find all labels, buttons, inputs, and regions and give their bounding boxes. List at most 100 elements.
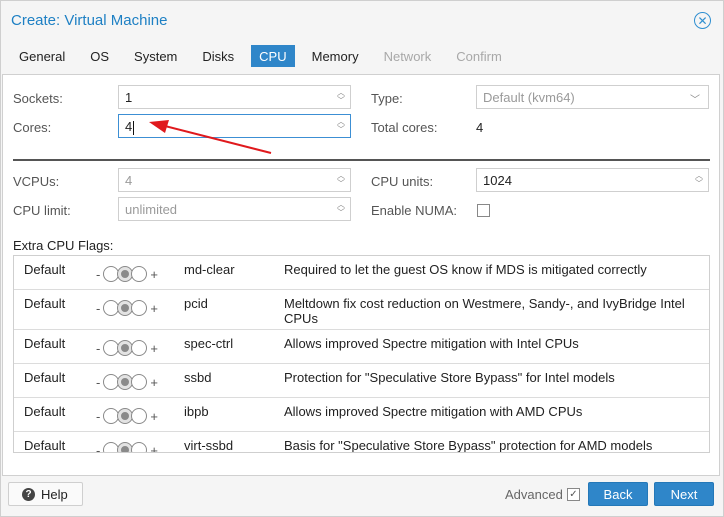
radio-on[interactable] [131, 408, 148, 424]
flag-name: pcid [184, 296, 208, 311]
dialog-title: Create: Virtual Machine [11, 12, 168, 29]
flag-description: Allows improved Spectre mitigation with … [284, 404, 583, 419]
radio-on[interactable] [131, 266, 148, 282]
tab-disks[interactable]: Disks [194, 45, 242, 67]
cores-value: 4 [125, 119, 133, 134]
total-cores-value: 4 [476, 120, 484, 135]
cores-label: Cores: [13, 120, 52, 135]
spinner-icon[interactable]: ︿ ﹀ [336, 201, 346, 217]
sockets-input[interactable]: 1 ︿ ﹀ [118, 85, 351, 109]
flag-tristate: - + [92, 340, 162, 356]
table-row: Default - + md-clear Required to let the… [14, 256, 709, 290]
flag-name: ssbd [184, 370, 212, 385]
cpu-limit-value: unlimited [125, 202, 178, 217]
flag-state: Default [24, 296, 66, 311]
total-cores-label: Total cores: [371, 120, 438, 135]
flag-tristate: - + [92, 300, 162, 316]
flag-state: Default [24, 336, 66, 351]
flag-name: spec-ctrl [184, 336, 234, 351]
cpu-flags-grid: Default - + md-clear Required to let the… [13, 255, 710, 453]
flag-name: virt-ssbd [184, 438, 234, 453]
flag-tristate: - + [92, 374, 162, 390]
spinner-icon[interactable]: ︿ ﹀ [694, 172, 704, 188]
wizard-tabs: General OS System Disks CPU Memory Netwo… [11, 45, 519, 69]
plus-label: + [150, 266, 158, 282]
advanced-checkbox[interactable]: ✓ [567, 488, 580, 501]
cpu-panel: Sockets: 1 ︿ ﹀ Type: Default (kvm64) ﹀ Co… [2, 74, 720, 476]
back-button[interactable]: Back [588, 482, 648, 506]
vcpus-label: VCPUs: [13, 174, 60, 189]
cpu-units-label: CPU units: [371, 174, 434, 189]
type-label: Type: [371, 91, 403, 106]
extra-cpu-flags-heading: Extra CPU Flags: [13, 238, 114, 253]
flag-name: md-clear [184, 262, 235, 277]
text-cursor [133, 120, 135, 135]
flag-name: ibpb [184, 404, 209, 419]
tab-network: Network [383, 49, 432, 64]
spinner-icon[interactable]: ︿ ﹀ [336, 89, 346, 105]
type-select[interactable]: Default (kvm64) ﹀ [476, 85, 709, 109]
minus-label: - [96, 340, 101, 356]
help-button-label: Help [41, 486, 68, 502]
next-button[interactable]: Next [654, 482, 714, 506]
tab-system[interactable]: System [126, 45, 185, 67]
tab-confirm: Confirm [456, 49, 502, 64]
tab-memory[interactable]: Memory [304, 45, 367, 67]
radio-on[interactable] [131, 374, 148, 390]
flag-description: Meltdown fix cost reduction on Westmere,… [284, 296, 685, 326]
flag-description: Protection for "Speculative Store Bypass… [284, 370, 615, 385]
flag-state: Default [24, 404, 66, 419]
flag-state: Default [24, 438, 66, 453]
plus-label: + [150, 408, 158, 424]
cpu-units-input[interactable]: 1024 ︿ ﹀ [476, 168, 709, 192]
flag-description: Required to let the guest OS know if MDS… [284, 262, 647, 277]
create-vm-dialog: Create: Virtual Machine ✕ General OS Sys… [0, 0, 724, 517]
minus-label: - [96, 408, 101, 424]
sockets-value: 1 [125, 90, 133, 105]
plus-label: + [150, 300, 158, 316]
flag-state: Default [24, 262, 66, 277]
table-row: Default - + spec-ctrl Allows improved Sp… [14, 330, 709, 364]
sockets-label: Sockets: [13, 91, 63, 106]
spinner-icon[interactable]: ︿ ﹀ [336, 172, 346, 188]
minus-label: - [96, 374, 101, 390]
table-row: Default - + ibpb Allows improved Spectre… [14, 398, 709, 432]
table-row: Default - + ssbd Protection for "Specula… [14, 364, 709, 398]
spinner-icon[interactable]: ︿ ﹀ [336, 118, 346, 134]
annotation-arrow-icon [149, 120, 272, 154]
radio-on[interactable] [131, 300, 148, 316]
numa-label: Enable NUMA: [371, 203, 457, 218]
table-row: Default - + virt-ssbd Basis for "Specula… [14, 432, 709, 453]
flag-description: Allows improved Spectre mitigation with … [284, 336, 579, 351]
numa-checkbox[interactable] [477, 204, 490, 217]
minus-label: - [96, 300, 101, 316]
plus-label: + [150, 442, 158, 453]
vcpus-input[interactable]: 4 ︿ ﹀ [118, 168, 351, 192]
help-button[interactable]: ? Help [8, 482, 83, 506]
close-icon[interactable]: ✕ [694, 12, 711, 29]
plus-label: + [150, 374, 158, 390]
table-row: Default - + pcid Meltdown fix cost reduc… [14, 290, 709, 330]
minus-label: - [96, 266, 101, 282]
flag-tristate: - + [92, 266, 162, 282]
cpu-limit-label: CPU limit: [13, 203, 71, 218]
advanced-separator [13, 159, 710, 161]
flag-tristate: - + [92, 408, 162, 424]
advanced-label: Advanced [505, 487, 563, 502]
flag-tristate: - + [92, 442, 162, 453]
help-icon: ? [22, 487, 35, 501]
chevron-down-icon[interactable]: ﹀ [690, 91, 700, 106]
dialog-footer: ? Help Advanced ✓ Back Next [1, 477, 723, 517]
tab-general[interactable]: General [11, 45, 73, 67]
flag-description: Basis for "Speculative Store Bypass" pro… [284, 438, 653, 453]
type-value: Default (kvm64) [483, 90, 575, 105]
tab-cpu[interactable]: CPU [251, 45, 295, 67]
tab-os[interactable]: OS [82, 45, 117, 67]
cpu-limit-input[interactable]: unlimited ︿ ﹀ [118, 197, 351, 221]
radio-on[interactable] [131, 340, 148, 356]
minus-label: - [96, 442, 101, 453]
plus-label: + [150, 340, 158, 356]
flag-state: Default [24, 370, 66, 385]
dialog-titlebar: Create: Virtual Machine ✕ [1, 1, 723, 41]
radio-on[interactable] [131, 442, 148, 452]
